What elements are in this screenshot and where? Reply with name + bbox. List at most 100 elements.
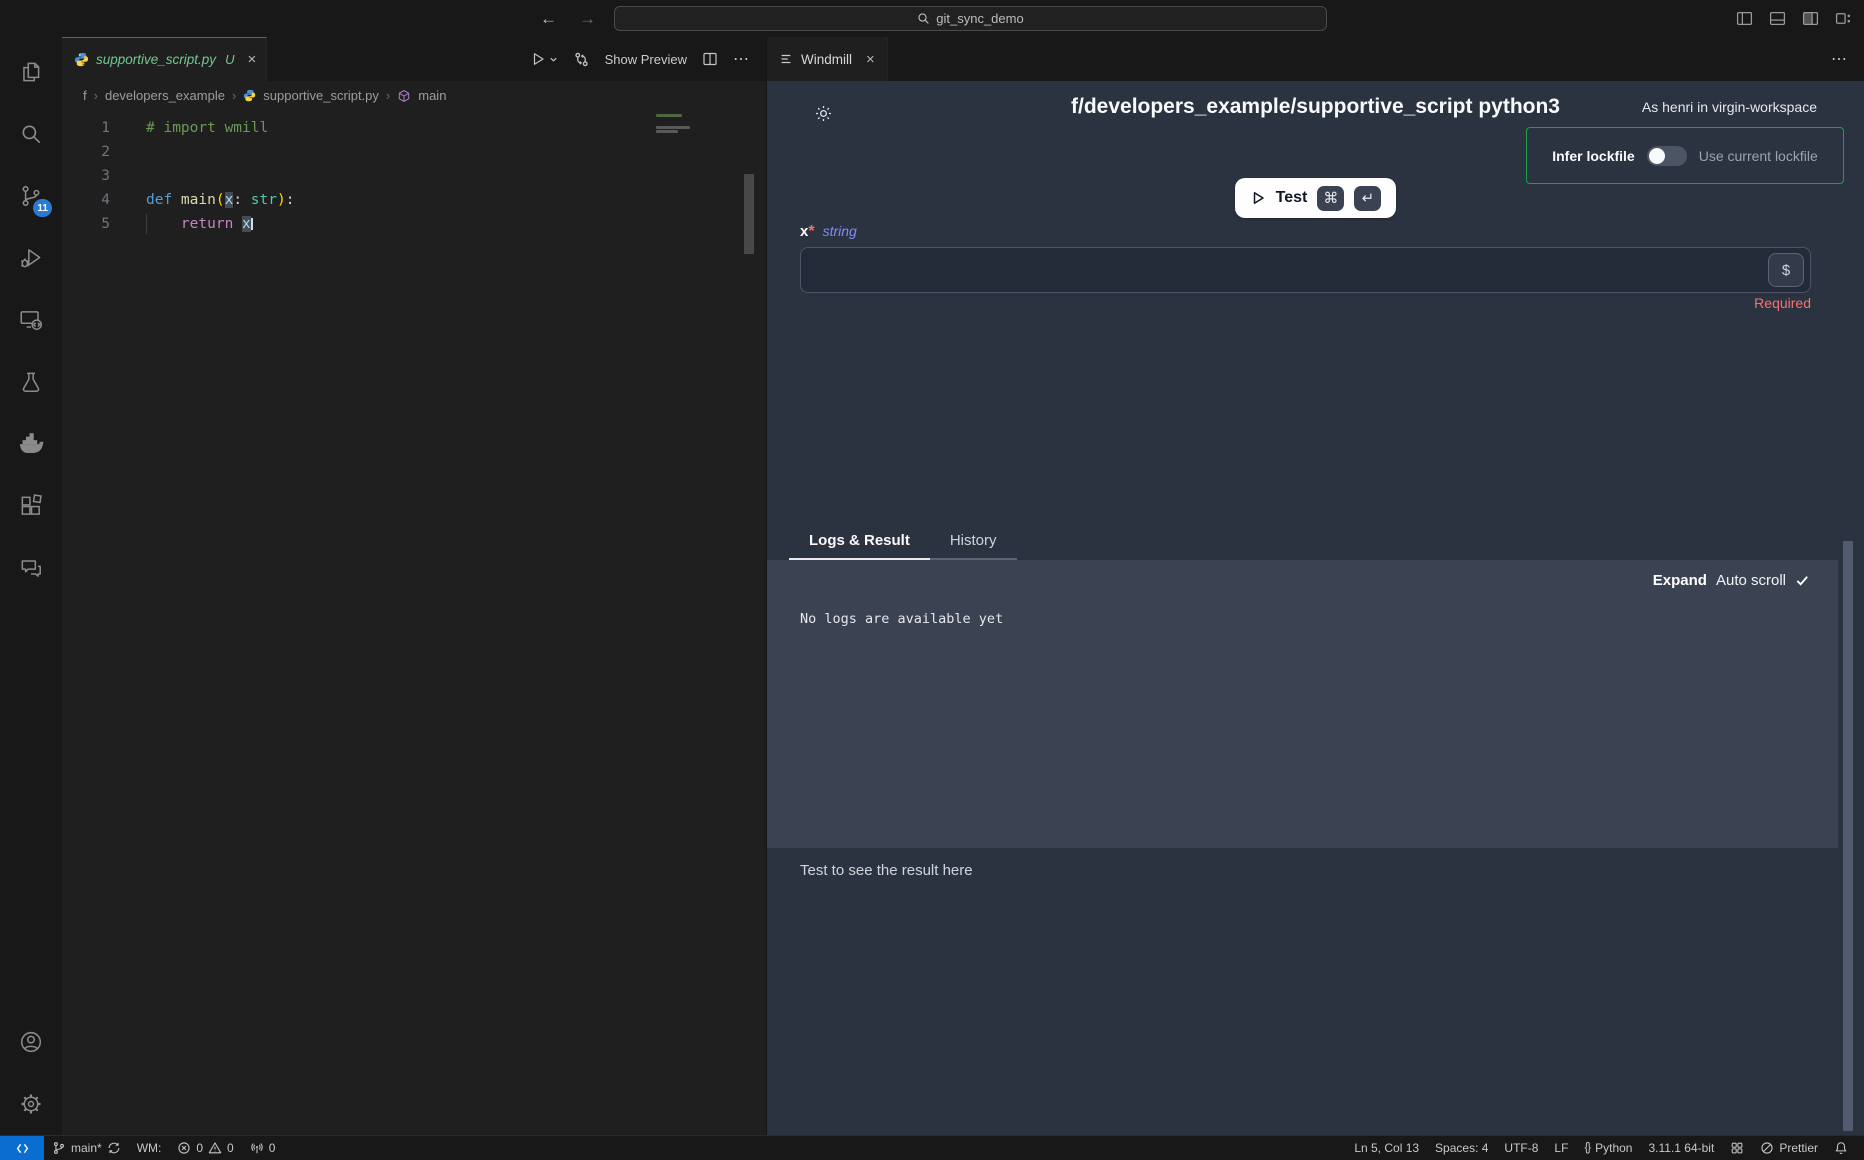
settings-button[interactable] bbox=[0, 1073, 62, 1135]
title-bar: ← → git_sync_demo bbox=[0, 0, 1864, 37]
check-icon[interactable] bbox=[1795, 573, 1810, 588]
breadcrumb-symbol[interactable]: main bbox=[418, 88, 446, 103]
toggle-panel-icon[interactable] bbox=[1769, 10, 1786, 27]
sidebar-item-run-debug[interactable] bbox=[0, 227, 62, 289]
sidebar-item-search[interactable] bbox=[0, 103, 62, 165]
code-line[interactable]: 2 bbox=[62, 140, 766, 164]
comments-icon bbox=[18, 555, 44, 581]
python-file-icon bbox=[74, 52, 89, 67]
toggle-sidebar-icon[interactable] bbox=[1736, 10, 1753, 27]
code-token: : bbox=[233, 192, 242, 208]
test-button[interactable]: Test ⌘ ↵ bbox=[1235, 178, 1397, 218]
required-message: Required bbox=[1754, 295, 1811, 311]
more-actions-icon[interactable]: ⋯ bbox=[733, 49, 750, 69]
auto-scroll-label[interactable]: Auto scroll bbox=[1716, 572, 1786, 589]
tab-logs-result[interactable]: Logs & Result bbox=[789, 522, 930, 560]
indentation-status[interactable]: Spaces: 4 bbox=[1427, 1136, 1496, 1160]
close-tab-icon[interactable]: × bbox=[247, 51, 256, 68]
navigate-forward-icon[interactable]: → bbox=[579, 9, 596, 29]
code-token: # import wmill bbox=[146, 120, 268, 136]
breadcrumb-file[interactable]: supportive_script.py bbox=[263, 88, 379, 103]
scm-badge: 11 bbox=[33, 199, 52, 217]
expand-button[interactable]: Expand bbox=[1653, 572, 1707, 589]
insert-variable-button[interactable]: $ bbox=[1768, 253, 1804, 287]
account-button[interactable] bbox=[0, 1011, 62, 1073]
tab-history[interactable]: History bbox=[930, 522, 1017, 560]
sidebar-item-explorer[interactable] bbox=[0, 41, 62, 103]
code-line[interactable]: 4def main(x: str): bbox=[62, 188, 766, 212]
tab-supportive-script[interactable]: supportive_script.py U × bbox=[62, 37, 267, 81]
editor-scrollbar[interactable] bbox=[744, 174, 754, 254]
lockfile-toggle[interactable] bbox=[1647, 146, 1687, 166]
windmill-panel-group: Windmill × ⋯ f/developers_example/suppor… bbox=[766, 37, 1864, 1135]
webview-scrollbar[interactable] bbox=[1843, 541, 1853, 1131]
minimap-mark bbox=[656, 126, 690, 129]
warning-icon bbox=[208, 1141, 222, 1155]
play-icon bbox=[1250, 190, 1266, 206]
task-grid-status[interactable] bbox=[1722, 1136, 1752, 1160]
account-icon bbox=[18, 1029, 44, 1055]
breadcrumb-folder[interactable]: developers_example bbox=[105, 88, 225, 103]
show-preview-button[interactable]: Show Preview bbox=[605, 52, 687, 67]
code-token bbox=[233, 216, 242, 232]
indent-guide bbox=[146, 214, 147, 234]
notifications-status[interactable] bbox=[1826, 1136, 1856, 1160]
code-editor[interactable]: 1 # import wmill 234def main(x: str):5 ret… bbox=[62, 110, 766, 1129]
search-icon bbox=[917, 12, 930, 25]
editor-tab-bar: supportive_script.py U × Show Preview ⋯ bbox=[62, 37, 766, 81]
more-actions-icon[interactable]: ⋯ bbox=[1831, 49, 1848, 69]
toggle-secondary-sidebar-icon[interactable] bbox=[1802, 10, 1819, 27]
chevron-down-icon bbox=[549, 55, 558, 64]
sidebar-item-comments[interactable] bbox=[0, 537, 62, 599]
kbd-cmd-icon: ⌘ bbox=[1317, 186, 1344, 211]
navigate-back-icon[interactable]: ← bbox=[540, 9, 557, 29]
use-current-lockfile-label: Use current lockfile bbox=[1699, 148, 1818, 164]
customize-layout-icon[interactable] bbox=[1835, 10, 1852, 27]
remote-indicator[interactable] bbox=[0, 1136, 44, 1160]
sidebar-item-remote-explorer[interactable] bbox=[0, 289, 62, 351]
problems-status[interactable]: 0 0 bbox=[169, 1136, 241, 1160]
run-debug-icon bbox=[18, 245, 44, 271]
python-interpreter-status[interactable]: 3.11.1 64-bit bbox=[1640, 1136, 1722, 1160]
windmill-webview: f/developers_example/supportive_script p… bbox=[767, 81, 1864, 1135]
error-icon bbox=[177, 1141, 191, 1155]
sidebar-item-extensions[interactable] bbox=[0, 475, 62, 537]
docker-icon bbox=[17, 430, 45, 458]
open-changes-icon[interactable] bbox=[573, 51, 590, 68]
workspace-context-note: As henri in virgin-workspace bbox=[1642, 99, 1817, 115]
split-editor-icon[interactable] bbox=[702, 51, 718, 67]
sidebar-item-testing[interactable] bbox=[0, 351, 62, 413]
language-mode-status[interactable]: {} Python bbox=[1576, 1136, 1640, 1160]
sidebar-item-source-control[interactable]: 11 bbox=[0, 165, 62, 227]
line-number: 1 bbox=[62, 116, 110, 140]
result-placeholder: Test to see the result here bbox=[800, 862, 973, 879]
editor-group: supportive_script.py U × Show Preview ⋯ … bbox=[62, 37, 766, 1135]
code-lines: 1 # import wmill 234def main(x: str):5 ret… bbox=[62, 116, 766, 236]
command-center-search[interactable]: git_sync_demo bbox=[614, 6, 1327, 31]
search-query: git_sync_demo bbox=[936, 11, 1023, 26]
code-line[interactable]: 5 return x bbox=[62, 212, 766, 236]
breadcrumb-separator: › bbox=[94, 88, 98, 103]
eol-status[interactable]: LF bbox=[1546, 1136, 1576, 1160]
ports-status[interactable]: 0 bbox=[242, 1136, 284, 1160]
windmill-status[interactable]: WM: bbox=[129, 1136, 170, 1160]
encoding-status[interactable]: UTF-8 bbox=[1496, 1136, 1546, 1160]
git-branch-status[interactable]: main* bbox=[44, 1136, 129, 1160]
formatter-status[interactable]: Prettier bbox=[1752, 1136, 1826, 1160]
cursor-position-status[interactable]: Ln 5, Col 13 bbox=[1346, 1136, 1427, 1160]
run-python-file-button[interactable] bbox=[530, 51, 558, 67]
line-number: 5 bbox=[62, 212, 110, 236]
tab-windmill[interactable]: Windmill × bbox=[767, 37, 888, 81]
run-icon bbox=[530, 51, 546, 67]
breadcrumb-root[interactable]: f bbox=[83, 88, 87, 103]
sidebar-item-docker[interactable] bbox=[0, 413, 62, 475]
close-tab-icon[interactable]: × bbox=[866, 51, 875, 68]
prettier-disabled-icon bbox=[1760, 1141, 1774, 1155]
code-line[interactable]: 3 bbox=[62, 164, 766, 188]
result-tabs: Logs & Result History bbox=[789, 522, 1017, 560]
arg-input-x[interactable]: $ bbox=[800, 247, 1811, 293]
arg-type: string bbox=[823, 223, 857, 239]
required-star: * bbox=[808, 223, 814, 240]
sync-icon bbox=[107, 1141, 121, 1155]
explorer-icon bbox=[18, 59, 44, 85]
